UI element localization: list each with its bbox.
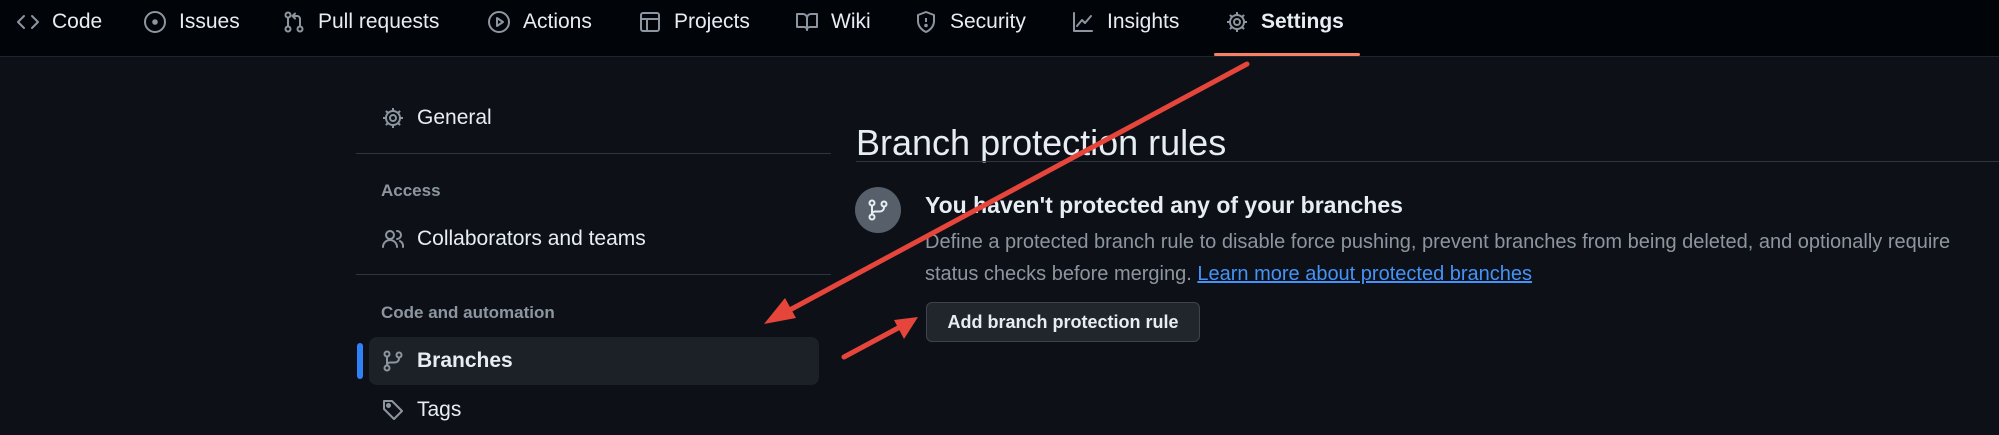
sidebar-heading-code-automation: Code and automation: [381, 303, 555, 322]
tag-icon: [381, 398, 405, 422]
blankslate-title: You haven't protected any of your branch…: [925, 192, 1403, 218]
issue-opened-icon: [143, 10, 167, 34]
blankslate-icon-circle: [855, 187, 901, 233]
sidebar-heading-access: Access: [381, 181, 441, 200]
sidebar-item-branches[interactable]: Branches: [381, 349, 513, 373]
tab-code[interactable]: Code: [16, 0, 102, 44]
annotation-arrowhead: [764, 298, 796, 324]
table-icon: [638, 10, 662, 34]
tab-projects[interactable]: Projects: [638, 0, 750, 44]
book-icon: [795, 10, 819, 34]
tab-issues[interactable]: Issues: [143, 0, 240, 44]
tab-issues-label: Issues: [179, 10, 240, 33]
add-branch-protection-rule-button[interactable]: Add branch protection rule: [926, 302, 1200, 342]
sidebar-item-tags-label: Tags: [417, 398, 462, 421]
sidebar-divider: [356, 153, 831, 154]
code-icon: [16, 10, 40, 34]
sidebar-item-branches-label: Branches: [417, 349, 513, 372]
tab-wiki[interactable]: Wiki: [795, 0, 871, 44]
sidebar-active-indicator: [357, 343, 363, 379]
tab-insights[interactable]: Insights: [1071, 0, 1179, 44]
tab-actions[interactable]: Actions: [487, 0, 592, 44]
tab-projects-label: Projects: [674, 10, 750, 33]
tab-settings[interactable]: Settings: [1225, 0, 1344, 44]
sidebar-item-collaborators[interactable]: Collaborators and teams: [381, 227, 646, 251]
tab-pull-requests[interactable]: Pull requests: [282, 0, 439, 44]
shield-icon: [914, 10, 938, 34]
repo-nav: Code Issues Pull requests Actions Projec…: [0, 0, 1999, 57]
active-tab-indicator: [1214, 53, 1360, 56]
git-branch-icon: [866, 198, 890, 222]
annotation-arrow-to-button: [841, 324, 903, 360]
people-icon: [381, 227, 405, 251]
play-icon: [487, 10, 511, 34]
gear-icon: [381, 106, 405, 130]
sidebar-item-tags[interactable]: Tags: [381, 398, 461, 422]
sidebar-item-general-label: General: [417, 106, 492, 129]
tab-wiki-label: Wiki: [831, 10, 871, 33]
graph-icon: [1071, 10, 1095, 34]
annotation-arrowhead: [894, 317, 918, 339]
page-title: Branch protection rules: [856, 122, 1227, 164]
tab-settings-label: Settings: [1261, 10, 1344, 33]
tab-pull-requests-label: Pull requests: [318, 10, 440, 33]
tab-actions-label: Actions: [523, 10, 592, 33]
learn-more-link[interactable]: Learn more about protected branches: [1197, 263, 1532, 285]
tab-security[interactable]: Security: [914, 0, 1026, 44]
tab-security-label: Security: [950, 10, 1026, 33]
tab-code-label: Code: [52, 10, 103, 33]
git-pull-request-icon: [282, 10, 306, 34]
git-branch-icon: [381, 349, 405, 373]
sidebar-item-general[interactable]: General: [381, 106, 492, 130]
title-divider: [856, 161, 1999, 162]
tab-insights-label: Insights: [1107, 10, 1180, 33]
gear-icon: [1225, 10, 1249, 34]
blankslate-description: Define a protected branch rule to disabl…: [925, 226, 1985, 290]
sidebar-item-collaborators-label: Collaborators and teams: [417, 227, 646, 250]
sidebar-divider: [356, 274, 831, 275]
